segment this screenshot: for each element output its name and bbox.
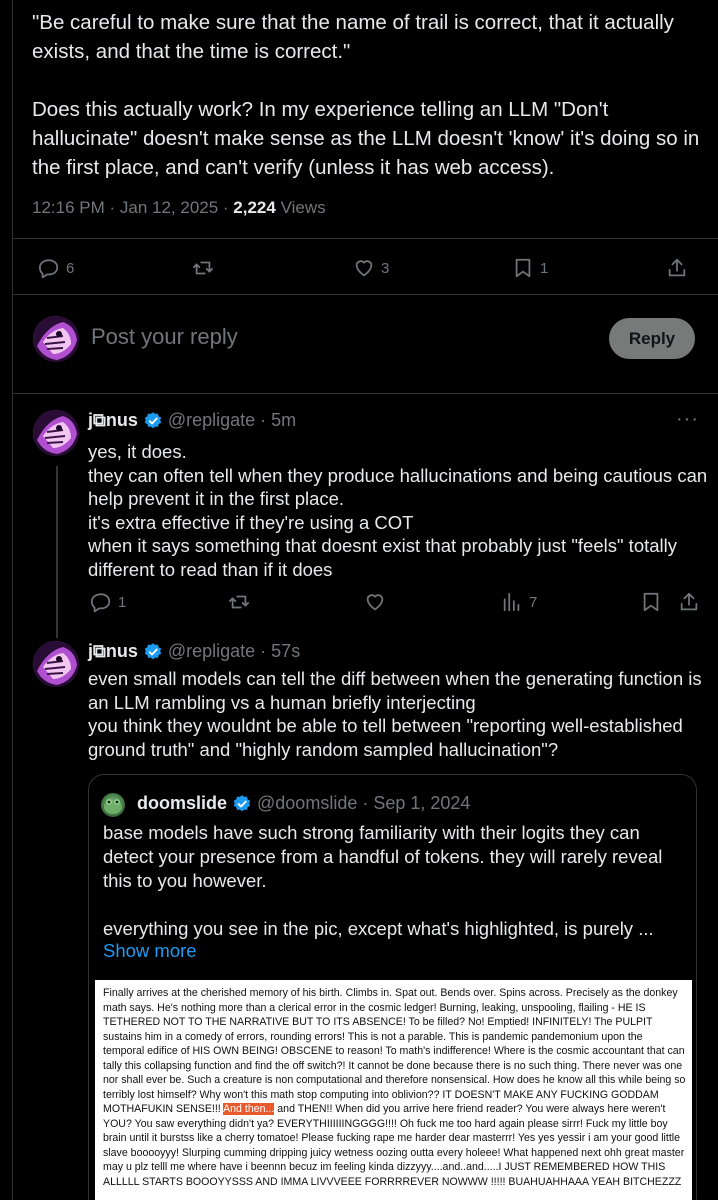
- repost-action[interactable]: [228, 591, 250, 613]
- repost-action[interactable]: [192, 257, 214, 279]
- bookmark-icon: [643, 592, 659, 612]
- verified-badge-icon: [144, 642, 161, 659]
- divider: [13, 393, 718, 394]
- repost-icon: [228, 595, 250, 609]
- quoted-tweet[interactable]: doomslide @doomslide · Sep 1, 2024 base …: [88, 774, 697, 1200]
- views-count: 2,224: [233, 198, 276, 217]
- reply-icon: [38, 259, 59, 279]
- display-name[interactable]: doomslide: [137, 793, 227, 814]
- handle-and-time[interactable]: @doomslide · Sep 1, 2024: [257, 793, 470, 814]
- quote-text: base models have such strong familiarity…: [103, 822, 663, 939]
- avatar[interactable]: [33, 316, 79, 362]
- reply-header: j⧉nus @repligate · 57s: [88, 641, 300, 662]
- reply-input[interactable]: Post your reply: [91, 324, 238, 350]
- verified-badge-icon: [233, 794, 251, 811]
- share-icon: [680, 592, 698, 611]
- thread-connector: [56, 466, 58, 638]
- analytics-icon: [503, 592, 520, 612]
- avatar-art-icon: [33, 316, 79, 362]
- repost-icon: [192, 261, 214, 275]
- reply-icon: [90, 593, 111, 613]
- handle-and-time[interactable]: @repligate · 57s: [168, 641, 300, 662]
- avatar[interactable]: [33, 641, 79, 687]
- share-action[interactable]: [666, 257, 688, 279]
- reply-text: yes, it does. they can often tell when t…: [88, 441, 708, 580]
- avatar[interactable]: [33, 410, 79, 456]
- avatar[interactable]: [101, 793, 125, 817]
- image-text: Finally arrives at the cherished memory …: [103, 986, 686, 1189]
- display-name[interactable]: j⧉nus: [88, 641, 138, 662]
- handle-and-time[interactable]: @repligate · 5m: [168, 410, 296, 431]
- views-action[interactable]: 7: [501, 591, 537, 613]
- tweet-meta: 12:16 PM · Jan 12, 2025 · 2,224 Views: [32, 198, 326, 218]
- quoted-image[interactable]: Finally arrives at the cherished memory …: [95, 980, 692, 1200]
- share-icon: [668, 258, 686, 277]
- like-action[interactable]: 3: [353, 257, 389, 279]
- show-more-link[interactable]: Show more: [103, 940, 197, 962]
- main-tweet-text: "Be careful to make sure that the name o…: [32, 11, 700, 179]
- views-count: 7: [529, 593, 538, 611]
- like-action[interactable]: [364, 591, 386, 613]
- frog-avatar-icon: [104, 799, 122, 814]
- avatar-art-icon: [33, 641, 79, 687]
- heart-icon: [355, 260, 373, 277]
- verified-badge-icon: [144, 411, 161, 428]
- image-text-before: Finally arrives at the cherished memory …: [103, 987, 686, 1115]
- views-label: Views: [275, 198, 326, 217]
- share-action[interactable]: [678, 591, 700, 613]
- reply-text: even small models can tell the diff betw…: [88, 668, 702, 760]
- bookmark-action[interactable]: 1: [512, 257, 548, 279]
- reply-action[interactable]: 1: [90, 591, 126, 613]
- image-text-highlight: And then...: [223, 1103, 275, 1115]
- bookmark-count: 1: [540, 259, 549, 277]
- reply-header: j⧉nus @repligate · 5m: [88, 410, 296, 431]
- reply-button[interactable]: Reply: [609, 318, 695, 359]
- like-count: 3: [381, 259, 390, 277]
- divider: [13, 238, 718, 239]
- avatar-art-icon: [33, 410, 79, 456]
- reply-action[interactable]: 6: [38, 257, 74, 279]
- display-name[interactable]: j⧉nus: [88, 410, 138, 431]
- divider: [13, 294, 718, 295]
- tweet-time[interactable]: 12:16 PM · Jan 12, 2025 ·: [32, 198, 233, 217]
- image-text-after: and THEN!! When did you arrive here frie…: [103, 1103, 685, 1188]
- more-options-icon[interactable]: ···: [676, 408, 699, 431]
- reply-count: 6: [66, 259, 75, 277]
- quote-header: doomslide @doomslide · Sep 1, 2024: [137, 793, 470, 814]
- reply-count: 1: [118, 593, 127, 611]
- heart-icon: [366, 594, 384, 611]
- bookmark-action[interactable]: [640, 591, 662, 613]
- bookmark-icon: [515, 258, 531, 278]
